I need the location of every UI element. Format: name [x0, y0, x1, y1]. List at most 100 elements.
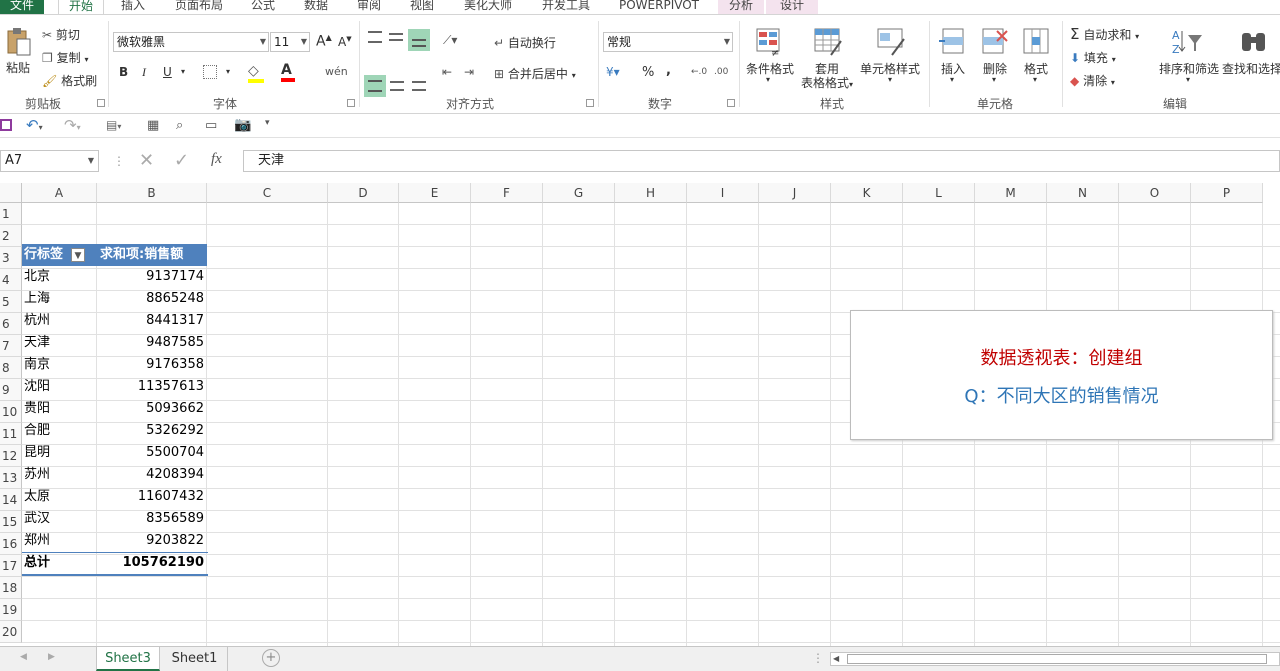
- delete-cells-icon[interactable]: [981, 27, 1009, 57]
- zoom-icon[interactable]: ⌕: [176, 118, 183, 133]
- save-icon[interactable]: [0, 119, 12, 131]
- alignment-launcher-icon[interactable]: [586, 99, 594, 107]
- row-header[interactable]: 11: [0, 423, 22, 445]
- tab-design[interactable]: 设计: [766, 0, 818, 14]
- pivot-row-label[interactable]: 太原: [24, 486, 96, 508]
- conditional-format-icon[interactable]: ≠: [755, 27, 785, 59]
- table-format-icon[interactable]: [813, 27, 843, 57]
- chevron-down-icon[interactable]: ▾: [226, 67, 230, 76]
- pivot-row-label[interactable]: 沈阳: [24, 376, 96, 398]
- window-icon[interactable]: ▭: [205, 118, 217, 133]
- column-header[interactable]: M: [975, 183, 1047, 203]
- merge-center-button[interactable]: ⊞ 合并后居中 ▾: [494, 65, 576, 82]
- increase-indent-icon[interactable]: ⇥: [464, 65, 474, 79]
- tab-home[interactable]: 开始: [58, 0, 104, 14]
- pivot-row-label[interactable]: 上海: [24, 288, 96, 310]
- pivot-row-label[interactable]: 杭州: [24, 310, 96, 332]
- cancel-icon[interactable]: ✕: [139, 150, 154, 171]
- pivot-row-value[interactable]: 9203822: [97, 530, 204, 552]
- font-launcher-icon[interactable]: [347, 99, 355, 107]
- pivot-row-value[interactable]: 5093662: [97, 398, 204, 420]
- pivot-row-value[interactable]: 5500704: [97, 442, 204, 464]
- tab-formulas[interactable]: 公式: [245, 0, 281, 14]
- customize-qat-icon[interactable]: ▾: [265, 118, 270, 128]
- pivot-total-value[interactable]: 105762190: [97, 552, 204, 574]
- pivot-row-value[interactable]: 5326292: [97, 420, 204, 442]
- pivot-row-label[interactable]: 南京: [24, 354, 96, 376]
- tab-data[interactable]: 数据: [298, 0, 334, 14]
- autosum-button[interactable]: Σ 自动求和 ▾: [1070, 25, 1139, 43]
- scroll-left-icon[interactable]: ◀: [833, 653, 839, 665]
- pivot-value-header[interactable]: 求和项:销售额: [97, 244, 207, 266]
- column-header[interactable]: G: [543, 183, 615, 203]
- row-header[interactable]: 9: [0, 379, 22, 401]
- column-header[interactable]: D: [328, 183, 399, 203]
- find-select-button[interactable]: 查找和选择: [1222, 60, 1280, 77]
- phonetic-icon[interactable]: wén: [325, 65, 348, 78]
- clipboard-launcher-icon[interactable]: [97, 99, 105, 107]
- percent-button[interactable]: %: [642, 65, 654, 80]
- currency-icon[interactable]: ¥▾: [606, 65, 620, 79]
- italic-button[interactable]: I: [142, 65, 146, 80]
- formula-input[interactable]: 天津: [243, 150, 1280, 172]
- sheet-tab-sheet1[interactable]: Sheet1: [162, 647, 228, 671]
- pivot-row-value[interactable]: 9176358: [97, 354, 204, 376]
- format-painter-button[interactable]: 🖌 格式刷: [42, 72, 97, 89]
- font-size-combo[interactable]: 11 ▼: [270, 32, 310, 52]
- comma-button[interactable]: ,: [666, 63, 671, 78]
- fill-button[interactable]: ⬇ 填充 ▾: [1070, 49, 1116, 66]
- pivot-row-value[interactable]: 4208394: [97, 464, 204, 486]
- column-header[interactable]: E: [399, 183, 471, 203]
- row-header[interactable]: 15: [0, 511, 22, 533]
- increase-decimal-icon[interactable]: ←.0: [691, 67, 707, 77]
- row-header[interactable]: 3: [0, 247, 22, 269]
- format-cells-icon[interactable]: [1022, 27, 1050, 57]
- pivot-row-value[interactable]: 9137174: [97, 266, 204, 288]
- align-bottom-icon[interactable]: [408, 29, 430, 51]
- tab-insert[interactable]: 插入: [115, 0, 151, 14]
- form-icon[interactable]: ▤▾: [106, 118, 121, 132]
- add-sheet-icon[interactable]: +: [262, 649, 280, 667]
- tab-beautify[interactable]: 美化大师: [456, 0, 520, 14]
- decrease-font-icon[interactable]: A▼: [338, 35, 352, 49]
- row-header[interactable]: 16: [0, 533, 22, 555]
- tab-developer[interactable]: 开发工具: [535, 0, 597, 14]
- enter-icon[interactable]: ✓: [174, 150, 189, 171]
- row-header[interactable]: 12: [0, 445, 22, 467]
- name-box[interactable]: A7 ▼: [0, 150, 99, 172]
- tab-view[interactable]: 视图: [404, 0, 440, 14]
- paste-icon[interactable]: [6, 27, 32, 57]
- row-header[interactable]: 7: [0, 335, 22, 357]
- increase-font-icon[interactable]: A▲: [316, 33, 332, 50]
- next-sheet-icon[interactable]: ▶: [48, 652, 55, 662]
- row-header[interactable]: 6: [0, 313, 22, 335]
- pivot-row-value[interactable]: 11357613: [97, 376, 204, 398]
- redo-icon[interactable]: ↷▾: [64, 116, 81, 134]
- pivot-row-value[interactable]: 11607432: [97, 486, 204, 508]
- row-header[interactable]: 1: [0, 203, 22, 225]
- pivot-row-label-header[interactable]: 行标签 ▼: [22, 244, 97, 266]
- font-color-icon[interactable]: A: [281, 62, 295, 82]
- pivot-row-value[interactable]: 8356589: [97, 508, 204, 530]
- pivot-row-label[interactable]: 郑州: [24, 530, 96, 552]
- pivot-row-label[interactable]: 贵阳: [24, 398, 96, 420]
- insert-function-button[interactable]: fx: [211, 151, 222, 168]
- align-middle-icon[interactable]: [389, 33, 403, 41]
- number-launcher-icon[interactable]: [727, 99, 735, 107]
- row-header[interactable]: 13: [0, 467, 22, 489]
- fill-color-icon[interactable]: ◇: [248, 63, 264, 83]
- pivot-row-label[interactable]: 苏州: [24, 464, 96, 486]
- number-format-combo[interactable]: 常规 ▼: [603, 32, 733, 52]
- pivot-row-label[interactable]: 昆明: [24, 442, 96, 464]
- column-header[interactable]: N: [1047, 183, 1119, 203]
- align-right-icon[interactable]: [412, 81, 426, 91]
- sort-filter-icon[interactable]: AZ: [1172, 27, 1204, 57]
- row-header[interactable]: 2: [0, 225, 22, 247]
- column-header[interactable]: C: [207, 183, 328, 203]
- border-icon[interactable]: [203, 65, 217, 79]
- pivot-row-label[interactable]: 北京: [24, 266, 96, 288]
- pivot-row-value[interactable]: 9487585: [97, 332, 204, 354]
- column-header[interactable]: H: [615, 183, 687, 203]
- pivot-row-value[interactable]: 8441317: [97, 310, 204, 332]
- pivot-total-label[interactable]: 总计: [24, 552, 96, 574]
